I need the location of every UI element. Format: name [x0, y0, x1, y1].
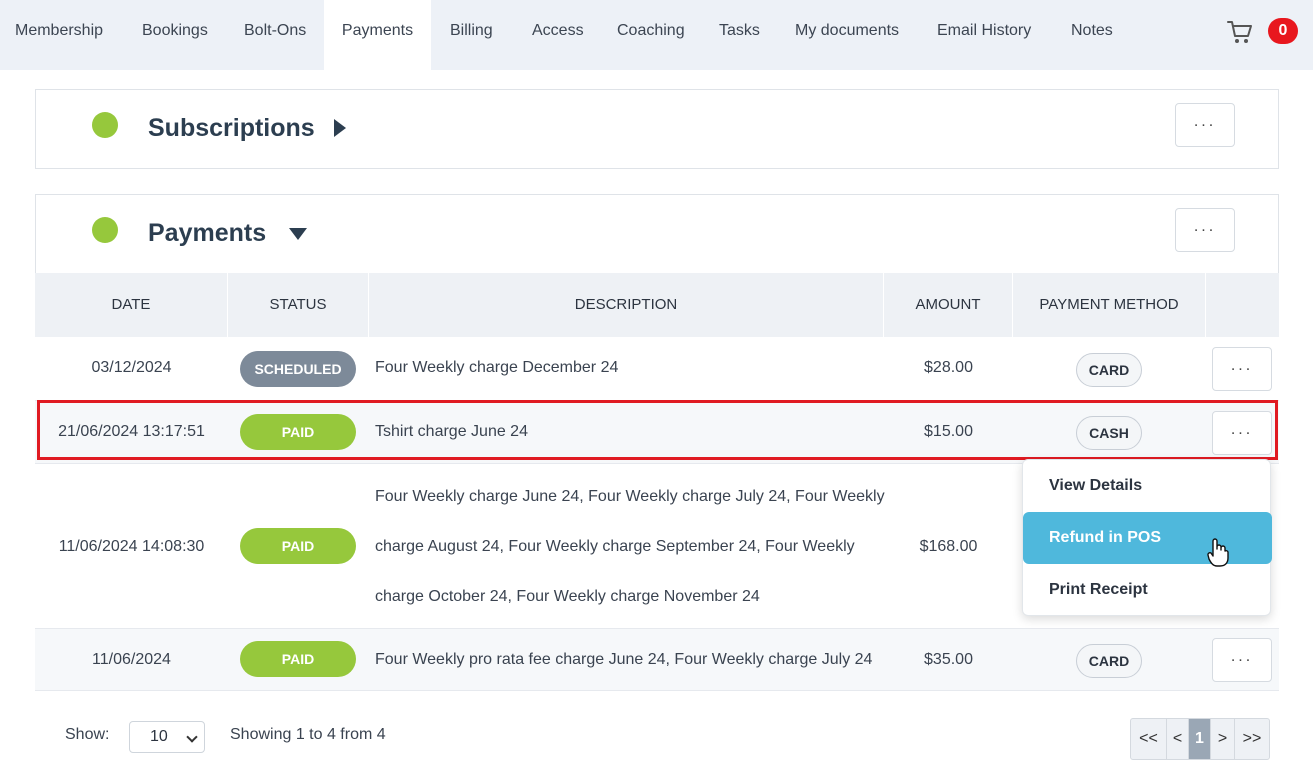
column-header-status[interactable]: STATUS: [228, 273, 369, 337]
payments-title[interactable]: Payments: [148, 219, 266, 248]
hand-pointer-cursor-icon: [1207, 538, 1229, 567]
status-badge: PAID: [240, 641, 356, 677]
cart-icon[interactable]: [1226, 18, 1254, 46]
row-more-button[interactable]: ...: [1212, 638, 1272, 682]
tab-bolt-ons[interactable]: Bolt-Ons: [244, 0, 306, 62]
row-date: 11/06/2024 14:08:30: [58, 538, 205, 555]
payment-method-badge: CARD: [1076, 644, 1142, 678]
tab-email-history[interactable]: Email History: [937, 0, 1031, 62]
subscriptions-more-button[interactable]: ...: [1175, 103, 1235, 147]
payments-more-button[interactable]: ...: [1175, 208, 1235, 252]
tab-coaching[interactable]: Coaching: [617, 0, 685, 62]
row-description-line: charge October 24, Four Weekly charge No…: [375, 588, 760, 605]
menu-item-print-receipt[interactable]: Print Receipt: [1023, 564, 1272, 616]
column-header-amount[interactable]: AMOUNT: [884, 273, 1013, 337]
table-row: 03/12/2024 SCHEDULED Four Weekly charge …: [35, 337, 1279, 401]
menu-item-refund-in-pos[interactable]: Refund in POS: [1023, 512, 1272, 564]
caret-right-icon[interactable]: [333, 118, 347, 138]
pager-prev-button[interactable]: <: [1167, 719, 1189, 759]
pager-last-button[interactable]: >>: [1235, 719, 1269, 759]
pager-first-button[interactable]: <<: [1131, 719, 1167, 759]
row-date: 03/12/2024: [91, 359, 172, 376]
row-actions-menu: View Details Refund in POS Print Receipt: [1022, 459, 1272, 616]
caret-down-icon[interactable]: [288, 227, 308, 241]
subscriptions-title[interactable]: Subscriptions: [148, 114, 315, 143]
row-description: Four Weekly pro rata fee charge June 24,…: [375, 651, 873, 668]
page-size-label: Show:: [65, 726, 110, 743]
row-description-line: Four Weekly charge June 24, Four Weekly …: [375, 488, 885, 505]
tab-membership[interactable]: Membership: [15, 0, 103, 62]
cart-count-badge: 0: [1268, 18, 1298, 44]
row-more-button[interactable]: ...: [1212, 347, 1272, 391]
tab-notes[interactable]: Notes: [1071, 0, 1113, 62]
column-header-payment-method[interactable]: PAYMENT METHOD: [1013, 273, 1206, 337]
payments-section: Payments ...: [35, 194, 1279, 274]
chevron-down-icon: [186, 731, 198, 743]
payment-method-badge: CARD: [1076, 353, 1142, 387]
tab-my-documents[interactable]: My documents: [795, 0, 899, 62]
row-description: Four Weekly charge December 24: [375, 359, 619, 376]
tab-payments[interactable]: Payments: [324, 0, 431, 70]
page-size-select[interactable]: 10: [129, 721, 205, 753]
tab-billing[interactable]: Billing: [450, 0, 493, 62]
status-badge: PAID: [240, 528, 356, 564]
payments-table-header: DATE STATUS DESCRIPTION AMOUNT PAYMENT M…: [35, 273, 1279, 337]
column-header-actions: [1206, 273, 1279, 337]
row-amount: $168.00: [919, 538, 978, 555]
row-description-line: charge August 24, Four Weekly charge Sep…: [375, 538, 855, 555]
page-size-value: 10: [150, 728, 168, 745]
table-row: 11/06/2024 PAID Four Weekly pro rata fee…: [35, 629, 1279, 691]
row-date: 11/06/2024: [92, 651, 171, 668]
showing-count-text: Showing 1 to 4 from 4: [230, 726, 386, 743]
row-amount: $35.00: [924, 651, 973, 668]
subscriptions-section: Subscriptions ...: [35, 89, 1279, 169]
column-header-description[interactable]: DESCRIPTION: [369, 273, 884, 337]
pager-next-button[interactable]: >: [1211, 719, 1235, 759]
menu-item-view-details[interactable]: View Details: [1023, 460, 1272, 512]
column-header-date[interactable]: DATE: [35, 273, 228, 337]
status-badge: SCHEDULED: [240, 351, 356, 387]
tab-access[interactable]: Access: [532, 0, 584, 62]
row-highlight-annotation: [37, 400, 1278, 460]
pager-page-1-button[interactable]: 1: [1189, 719, 1211, 759]
row-amount: $28.00: [924, 359, 973, 376]
tab-bookings[interactable]: Bookings: [142, 0, 208, 62]
status-dot: [92, 217, 118, 243]
status-dot: [92, 112, 118, 138]
tab-tasks[interactable]: Tasks: [719, 0, 760, 62]
pagination: << < 1 > >>: [1130, 718, 1270, 760]
top-navigation: Membership Bookings Bolt-Ons Payments Bi…: [0, 0, 1313, 70]
